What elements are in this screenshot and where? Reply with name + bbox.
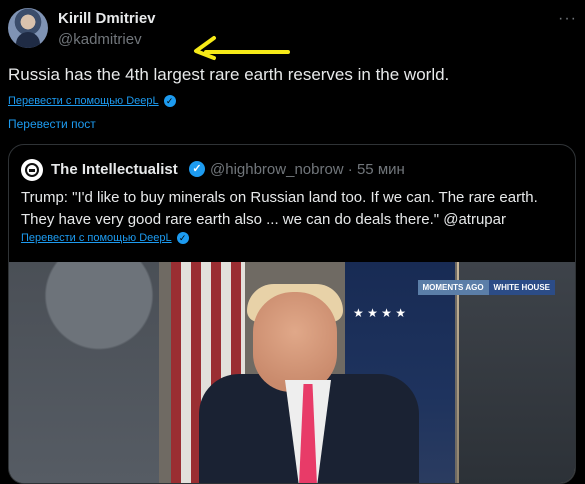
author-name[interactable]: Kirill Dmitriev bbox=[58, 10, 156, 27]
news-badge: MOMENTS AGO WHITE HOUSE bbox=[417, 280, 555, 295]
more-icon[interactable]: ··· bbox=[558, 10, 577, 28]
quote-author-name[interactable]: The Intellectualist bbox=[51, 161, 178, 178]
news-badge-right: WHITE HOUSE bbox=[488, 280, 555, 295]
deepl-icon: ✓ bbox=[163, 95, 176, 108]
quote-avatar[interactable] bbox=[21, 159, 43, 181]
tweet-text: Russia has the 4th largest rare earth re… bbox=[8, 65, 450, 84]
quote-translate-deepl-link[interactable]: Перевести с помощью DeepL ✓ bbox=[21, 232, 189, 245]
quote-translate-label: Перевести с помощью DeepL bbox=[21, 232, 172, 244]
verified-icon: ✓ bbox=[189, 161, 205, 177]
quote-card[interactable]: The Intellectualist ✓ @highbrow_nobrow ·… bbox=[8, 144, 576, 484]
translate-post-link[interactable]: Перевести пост bbox=[8, 117, 96, 131]
tweet-media[interactable]: MOMENTS AGO WHITE HOUSE bbox=[9, 262, 575, 483]
annotation-arrow bbox=[194, 36, 290, 60]
author-avatar[interactable] bbox=[8, 8, 48, 48]
left-person-image bbox=[9, 262, 159, 483]
quote-text: Trump: "I'd like to buy minerals on Russ… bbox=[21, 189, 538, 228]
speaker-image bbox=[199, 284, 419, 483]
right-person-image bbox=[459, 262, 575, 483]
tweet-header: Kirill Dmitriev @kadmitriev ··· bbox=[8, 8, 577, 60]
news-badge-left: MOMENTS AGO bbox=[417, 280, 489, 295]
translate-deepl-link[interactable]: Перевести с помощью DeepL ✓ bbox=[8, 95, 176, 108]
deepl-icon: ✓ bbox=[176, 232, 189, 245]
translate-deepl-label: Перевести с помощью DeepL bbox=[8, 95, 159, 107]
author-handle[interactable]: @kadmitriev bbox=[58, 31, 142, 48]
quote-handle-time[interactable]: @highbrow_nobrow · 55 мин bbox=[210, 161, 405, 178]
